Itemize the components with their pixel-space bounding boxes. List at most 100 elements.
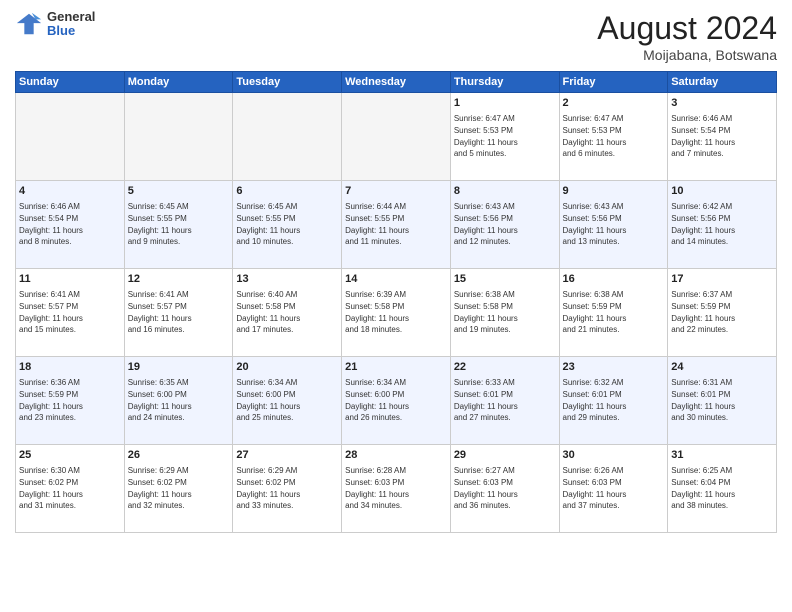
day-info: Sunrise: 6:42 AMSunset: 5:56 PMDaylight:… bbox=[671, 201, 773, 247]
day-info: Sunrise: 6:45 AMSunset: 5:55 PMDaylight:… bbox=[128, 201, 230, 247]
calendar-cell: 14 Sunrise: 6:39 AMSunset: 5:58 PMDayligh… bbox=[342, 269, 451, 357]
calendar-cell: 3 Sunrise: 6:46 AMSunset: 5:54 PMDaylight… bbox=[668, 93, 777, 181]
day-number: 19 bbox=[128, 360, 230, 375]
page-header: General Blue August 2024 Moijabana, Bots… bbox=[15, 10, 777, 63]
day-info: Sunrise: 6:36 AMSunset: 5:59 PMDaylight:… bbox=[19, 377, 121, 423]
weekday-header-saturday: Saturday bbox=[668, 72, 777, 93]
day-number: 6 bbox=[236, 184, 338, 199]
day-number: 20 bbox=[236, 360, 338, 375]
day-number: 23 bbox=[563, 360, 665, 375]
day-info: Sunrise: 6:45 AMSunset: 5:55 PMDaylight:… bbox=[236, 201, 338, 247]
day-info: Sunrise: 6:47 AMSunset: 5:53 PMDaylight:… bbox=[454, 113, 556, 159]
day-info: Sunrise: 6:38 AMSunset: 5:58 PMDaylight:… bbox=[454, 289, 556, 335]
day-info: Sunrise: 6:46 AMSunset: 5:54 PMDaylight:… bbox=[671, 113, 773, 159]
weekday-header-friday: Friday bbox=[559, 72, 668, 93]
day-number: 15 bbox=[454, 272, 556, 287]
day-number: 31 bbox=[671, 448, 773, 463]
day-number: 11 bbox=[19, 272, 121, 287]
day-info: Sunrise: 6:30 AMSunset: 6:02 PMDaylight:… bbox=[19, 465, 121, 511]
weekday-header-thursday: Thursday bbox=[450, 72, 559, 93]
calendar-table: SundayMondayTuesdayWednesdayThursdayFrid… bbox=[15, 71, 777, 533]
day-info: Sunrise: 6:41 AMSunset: 5:57 PMDaylight:… bbox=[19, 289, 121, 335]
day-info: Sunrise: 6:29 AMSunset: 6:02 PMDaylight:… bbox=[128, 465, 230, 511]
day-info: Sunrise: 6:27 AMSunset: 6:03 PMDaylight:… bbox=[454, 465, 556, 511]
day-info: Sunrise: 6:43 AMSunset: 5:56 PMDaylight:… bbox=[563, 201, 665, 247]
day-info: Sunrise: 6:47 AMSunset: 5:53 PMDaylight:… bbox=[563, 113, 665, 159]
day-info: Sunrise: 6:39 AMSunset: 5:58 PMDaylight:… bbox=[345, 289, 447, 335]
calendar-week-row: 4 Sunrise: 6:46 AMSunset: 5:54 PMDaylight… bbox=[16, 181, 777, 269]
calendar-cell bbox=[124, 93, 233, 181]
day-info: Sunrise: 6:32 AMSunset: 6:01 PMDaylight:… bbox=[563, 377, 665, 423]
month-title: August 2024 bbox=[597, 10, 777, 47]
day-number: 26 bbox=[128, 448, 230, 463]
logo-general: General bbox=[47, 10, 95, 24]
weekday-header-monday: Monday bbox=[124, 72, 233, 93]
weekday-header-wednesday: Wednesday bbox=[342, 72, 451, 93]
calendar-cell: 17 Sunrise: 6:37 AMSunset: 5:59 PMDayligh… bbox=[668, 269, 777, 357]
calendar-cell: 11 Sunrise: 6:41 AMSunset: 5:57 PMDayligh… bbox=[16, 269, 125, 357]
calendar-cell: 6 Sunrise: 6:45 AMSunset: 5:55 PMDaylight… bbox=[233, 181, 342, 269]
day-info: Sunrise: 6:41 AMSunset: 5:57 PMDaylight:… bbox=[128, 289, 230, 335]
day-number: 30 bbox=[563, 448, 665, 463]
day-number: 9 bbox=[563, 184, 665, 199]
day-number: 29 bbox=[454, 448, 556, 463]
calendar-cell: 23 Sunrise: 6:32 AMSunset: 6:01 PMDayligh… bbox=[559, 357, 668, 445]
day-number: 25 bbox=[19, 448, 121, 463]
title-block: August 2024 Moijabana, Botswana bbox=[597, 10, 777, 63]
day-number: 14 bbox=[345, 272, 447, 287]
day-number: 8 bbox=[454, 184, 556, 199]
day-info: Sunrise: 6:26 AMSunset: 6:03 PMDaylight:… bbox=[563, 465, 665, 511]
day-number: 24 bbox=[671, 360, 773, 375]
day-info: Sunrise: 6:25 AMSunset: 6:04 PMDaylight:… bbox=[671, 465, 773, 511]
day-info: Sunrise: 6:34 AMSunset: 6:00 PMDaylight:… bbox=[236, 377, 338, 423]
day-number: 28 bbox=[345, 448, 447, 463]
calendar-cell: 7 Sunrise: 6:44 AMSunset: 5:55 PMDaylight… bbox=[342, 181, 451, 269]
day-info: Sunrise: 6:33 AMSunset: 6:01 PMDaylight:… bbox=[454, 377, 556, 423]
calendar-cell: 4 Sunrise: 6:46 AMSunset: 5:54 PMDaylight… bbox=[16, 181, 125, 269]
calendar-cell: 27 Sunrise: 6:29 AMSunset: 6:02 PMDayligh… bbox=[233, 445, 342, 533]
calendar-cell: 2Sunrise: 6:47 AMSunset: 5:53 PMDaylight… bbox=[559, 93, 668, 181]
day-number: 7 bbox=[345, 184, 447, 199]
calendar-cell: 1 Sunrise: 6:47 AMSunset: 5:53 PMDaylight… bbox=[450, 93, 559, 181]
calendar-cell: 13 Sunrise: 6:40 AMSunset: 5:58 PMDayligh… bbox=[233, 269, 342, 357]
day-number: 17 bbox=[671, 272, 773, 287]
day-info: Sunrise: 6:44 AMSunset: 5:55 PMDaylight:… bbox=[345, 201, 447, 247]
calendar-week-row: 11 Sunrise: 6:41 AMSunset: 5:57 PMDayligh… bbox=[16, 269, 777, 357]
calendar-cell: 16Sunrise: 6:38 AMSunset: 5:59 PMDayligh… bbox=[559, 269, 668, 357]
day-number: 16 bbox=[563, 272, 665, 287]
day-number: 12 bbox=[128, 272, 230, 287]
calendar-cell: 15 Sunrise: 6:38 AMSunset: 5:58 PMDayligh… bbox=[450, 269, 559, 357]
logo-icon bbox=[15, 10, 43, 38]
calendar-week-row: 25 Sunrise: 6:30 AMSunset: 6:02 PMDayligh… bbox=[16, 445, 777, 533]
day-number: 13 bbox=[236, 272, 338, 287]
calendar-cell: 26 Sunrise: 6:29 AMSunset: 6:02 PMDayligh… bbox=[124, 445, 233, 533]
calendar-cell: 21 Sunrise: 6:34 AMSunset: 6:00 PMDayligh… bbox=[342, 357, 451, 445]
calendar-cell: 18Sunrise: 6:36 AMSunset: 5:59 PMDayligh… bbox=[16, 357, 125, 445]
calendar-cell: 30 Sunrise: 6:26 AMSunset: 6:03 PMDayligh… bbox=[559, 445, 668, 533]
day-info: Sunrise: 6:34 AMSunset: 6:00 PMDaylight:… bbox=[345, 377, 447, 423]
day-number: 3 bbox=[671, 96, 773, 111]
day-info: Sunrise: 6:29 AMSunset: 6:02 PMDaylight:… bbox=[236, 465, 338, 511]
day-info: Sunrise: 6:43 AMSunset: 5:56 PMDaylight:… bbox=[454, 201, 556, 247]
logo-text: General Blue bbox=[47, 10, 95, 39]
calendar-cell: 19Sunrise: 6:35 AMSunset: 6:00 PMDayligh… bbox=[124, 357, 233, 445]
weekday-header-row: SundayMondayTuesdayWednesdayThursdayFrid… bbox=[16, 72, 777, 93]
day-number: 1 bbox=[454, 96, 556, 111]
day-info: Sunrise: 6:40 AMSunset: 5:58 PMDaylight:… bbox=[236, 289, 338, 335]
calendar-cell: 8 Sunrise: 6:43 AMSunset: 5:56 PMDaylight… bbox=[450, 181, 559, 269]
day-number: 27 bbox=[236, 448, 338, 463]
calendar-cell: 28Sunrise: 6:28 AMSunset: 6:03 PMDayligh… bbox=[342, 445, 451, 533]
calendar-cell: 10Sunrise: 6:42 AMSunset: 5:56 PMDayligh… bbox=[668, 181, 777, 269]
location: Moijabana, Botswana bbox=[597, 47, 777, 63]
day-info: Sunrise: 6:37 AMSunset: 5:59 PMDaylight:… bbox=[671, 289, 773, 335]
weekday-header-tuesday: Tuesday bbox=[233, 72, 342, 93]
calendar-cell: 29 Sunrise: 6:27 AMSunset: 6:03 PMDayligh… bbox=[450, 445, 559, 533]
weekday-header-sunday: Sunday bbox=[16, 72, 125, 93]
calendar-week-row: 1 Sunrise: 6:47 AMSunset: 5:53 PMDaylight… bbox=[16, 93, 777, 181]
day-number: 21 bbox=[345, 360, 447, 375]
day-number: 4 bbox=[19, 184, 121, 199]
calendar-cell: 25 Sunrise: 6:30 AMSunset: 6:02 PMDayligh… bbox=[16, 445, 125, 533]
calendar-cell bbox=[342, 93, 451, 181]
calendar-cell: 12 Sunrise: 6:41 AMSunset: 5:57 PMDayligh… bbox=[124, 269, 233, 357]
day-info: Sunrise: 6:46 AMSunset: 5:54 PMDaylight:… bbox=[19, 201, 121, 247]
